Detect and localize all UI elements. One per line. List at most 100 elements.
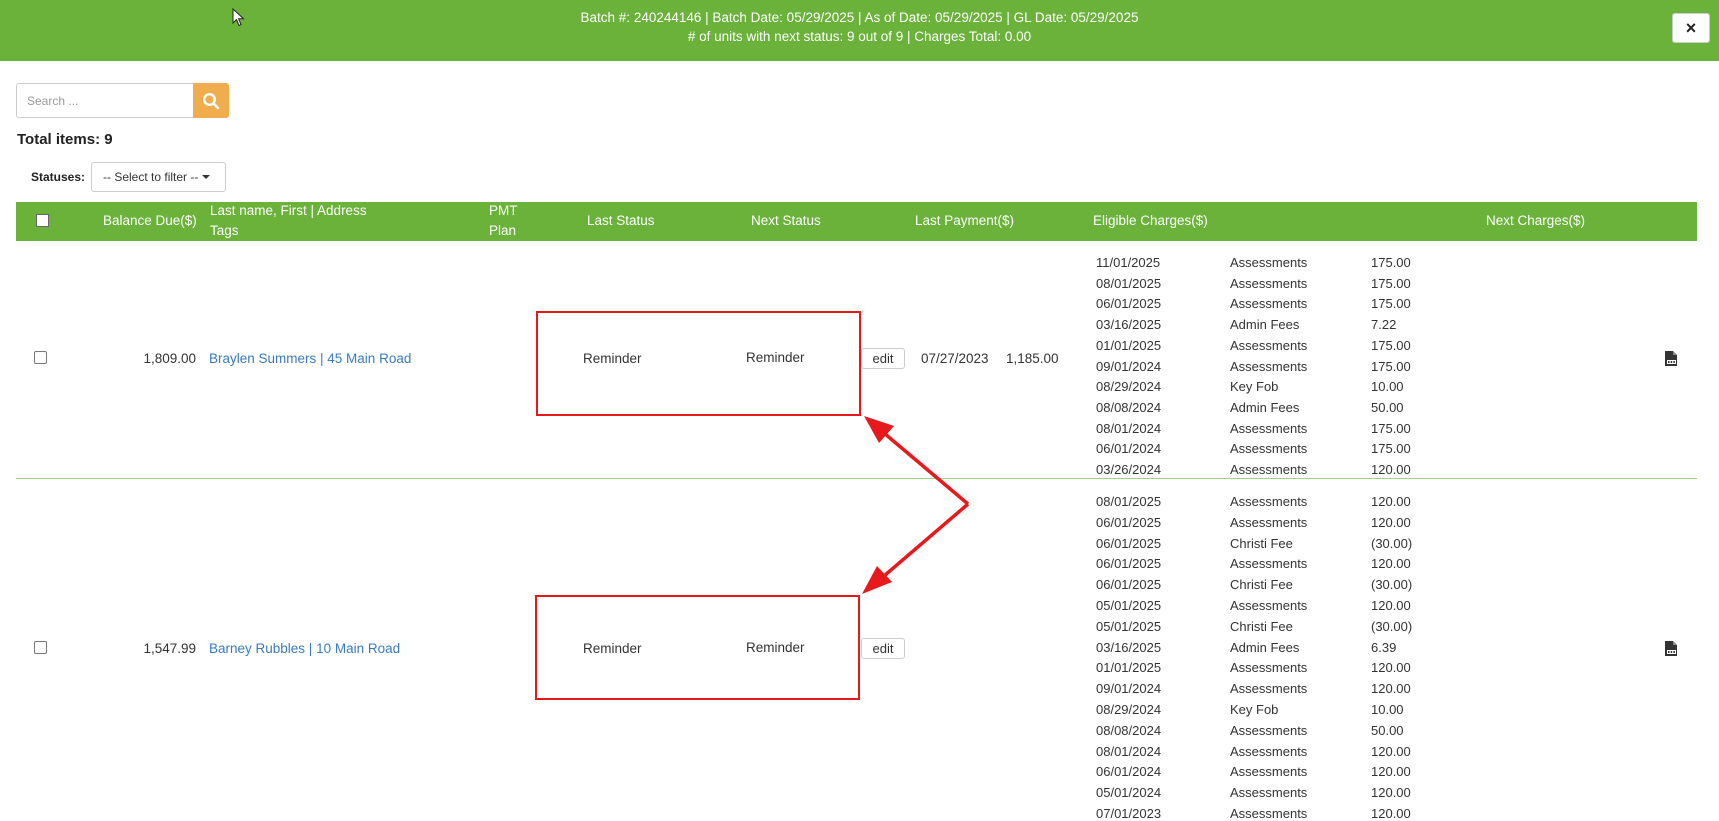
charge-amount: 50.00: [1371, 399, 1404, 415]
charge-description: Assessments: [1230, 722, 1308, 738]
charge-amount: 120.00: [1371, 785, 1411, 801]
col-balance-due[interactable]: Balance Due($): [103, 213, 197, 228]
charge-description: Key Fob: [1230, 702, 1279, 717]
charge-description: Assessments: [1230, 275, 1308, 291]
charge-amount: 7.22: [1371, 317, 1397, 333]
col-eligible-charges[interactable]: Eligible Charges($): [1093, 213, 1208, 228]
charge-amount: 120.00: [1371, 494, 1411, 509]
charge-description: Assessments: [1230, 660, 1308, 676]
balance-due: 1,809.00: [143, 351, 196, 366]
statuses-filter-label: Statuses:: [31, 170, 86, 184]
charge-amount: 10.00: [1371, 379, 1404, 395]
charge-description: Assessments: [1230, 420, 1308, 436]
charge-date: 06/01/2024: [1096, 764, 1162, 780]
charge-date: 05/01/2024: [1096, 785, 1162, 801]
search-button[interactable]: [193, 83, 229, 118]
charge-description: Assessments: [1230, 681, 1308, 697]
charge-description: Assessments: [1230, 806, 1308, 821]
charge-date: 08/01/2025: [1096, 494, 1162, 509]
charge-date: 06/01/2024: [1096, 441, 1162, 457]
charge-date: 01/01/2025: [1096, 337, 1162, 353]
owner-link[interactable]: Braylen Summers | 45 Main Road: [209, 351, 411, 366]
row-checkbox[interactable]: [34, 641, 47, 654]
search-icon: [202, 92, 220, 109]
col-next-status[interactable]: Next Status: [751, 213, 821, 228]
select-all-checkbox[interactable]: [36, 214, 49, 227]
charge-date: 08/01/2024: [1096, 420, 1162, 436]
col-pmt-plan: Plan: [489, 223, 517, 238]
charge-description: Assessments: [1230, 764, 1308, 780]
charge-amount: (30.00): [1371, 577, 1413, 593]
charge-amount: 120.00: [1371, 806, 1411, 821]
charge-date: 08/08/2024: [1096, 399, 1162, 415]
charge-description: Assessments: [1230, 255, 1308, 270]
charge-date: 06/01/2025: [1096, 514, 1162, 530]
col-pmt-line1[interactable]: PMT: [489, 203, 518, 218]
status-filter-dropdown[interactable]: -- Select to filter --: [91, 162, 226, 192]
batch-header-bar: Batch #: 240244146 | Batch Date: 05/29/2…: [0, 0, 1719, 61]
highlight-box: [535, 595, 860, 700]
col-name-line1[interactable]: Last name, First | Address: [210, 203, 367, 218]
charge-description: Assessments: [1230, 441, 1308, 457]
charge-description: Assessments: [1230, 296, 1308, 312]
charge-description: Admin Fees: [1230, 317, 1300, 333]
charge-description: Assessments: [1230, 514, 1308, 530]
charge-amount: 6.39: [1371, 639, 1397, 655]
charge-amount: 50.00: [1371, 722, 1404, 738]
batch-info-line: Batch #: 240244146 | Batch Date: 05/29/2…: [580, 10, 1139, 25]
edit-button[interactable]: edit: [861, 348, 905, 369]
last-payment-amount: 1,185.00: [1006, 351, 1059, 366]
charge-description: Key Fob: [1230, 379, 1279, 395]
charge-date: 01/01/2025: [1096, 660, 1162, 676]
charge-date: 05/01/2025: [1096, 598, 1162, 613]
charge-date: 03/16/2025: [1096, 317, 1162, 333]
charge-date: 05/01/2025: [1096, 618, 1162, 634]
charge-amount: 120.00: [1371, 660, 1411, 676]
charge-description: Assessments: [1230, 337, 1308, 353]
edit-button[interactable]: edit: [861, 638, 905, 659]
charge-date: 06/01/2025: [1096, 535, 1162, 551]
pdf-icon[interactable]: [1664, 351, 1678, 366]
charge-description: Admin Fees: [1230, 399, 1300, 415]
search-input[interactable]: [16, 83, 194, 118]
charge-amount: 175.00: [1371, 275, 1411, 291]
charge-amount: 175.00: [1371, 296, 1411, 312]
highlight-box: [536, 311, 861, 416]
charge-amount: (30.00): [1371, 535, 1413, 551]
arrow-line-down: [875, 502, 970, 584]
col-last-status[interactable]: Last Status: [587, 213, 655, 228]
charge-description: Assessments: [1230, 598, 1308, 613]
charge-date: 09/01/2024: [1096, 358, 1162, 374]
charge-amount: 175.00: [1371, 441, 1411, 457]
charge-amount: 120.00: [1371, 743, 1411, 759]
charge-date: 03/16/2025: [1096, 639, 1162, 655]
mouse-cursor-icon: [232, 8, 245, 27]
charge-amount: 120.00: [1371, 462, 1411, 477]
table-header: Balance Due($) Last name, First | Addres…: [16, 202, 1697, 241]
owner-link[interactable]: Barney Rubbles | 10 Main Road: [209, 641, 400, 656]
charge-description: Christi Fee: [1230, 618, 1293, 634]
charge-description: Assessments: [1230, 494, 1308, 509]
charge-description: Assessments: [1230, 743, 1308, 759]
charge-amount: 120.00: [1371, 598, 1411, 613]
arrow-line-up: [876, 426, 970, 506]
col-name-tags: Tags: [210, 223, 239, 238]
charge-date: 06/01/2025: [1096, 577, 1162, 593]
charge-date: 07/01/2023: [1096, 806, 1162, 821]
charge-description: Assessments: [1230, 785, 1308, 801]
charge-date: 08/29/2024: [1096, 379, 1162, 395]
last-payment-date: 07/27/2023: [921, 351, 989, 366]
charge-amount: (30.00): [1371, 618, 1413, 634]
charge-date: 06/01/2025: [1096, 556, 1162, 572]
charge-description: Admin Fees: [1230, 639, 1300, 655]
col-next-charges[interactable]: Next Charges($): [1486, 213, 1585, 228]
arrow-head-up: [864, 416, 894, 443]
row-checkbox[interactable]: [34, 351, 47, 364]
pdf-icon[interactable]: [1664, 641, 1678, 656]
charge-amount: 120.00: [1371, 764, 1411, 780]
charge-amount: 10.00: [1371, 702, 1404, 717]
close-button[interactable]: ×: [1672, 13, 1710, 43]
arrow-head-down: [862, 566, 892, 594]
charge-amount: 120.00: [1371, 681, 1411, 697]
col-last-payment[interactable]: Last Payment($): [915, 213, 1014, 228]
